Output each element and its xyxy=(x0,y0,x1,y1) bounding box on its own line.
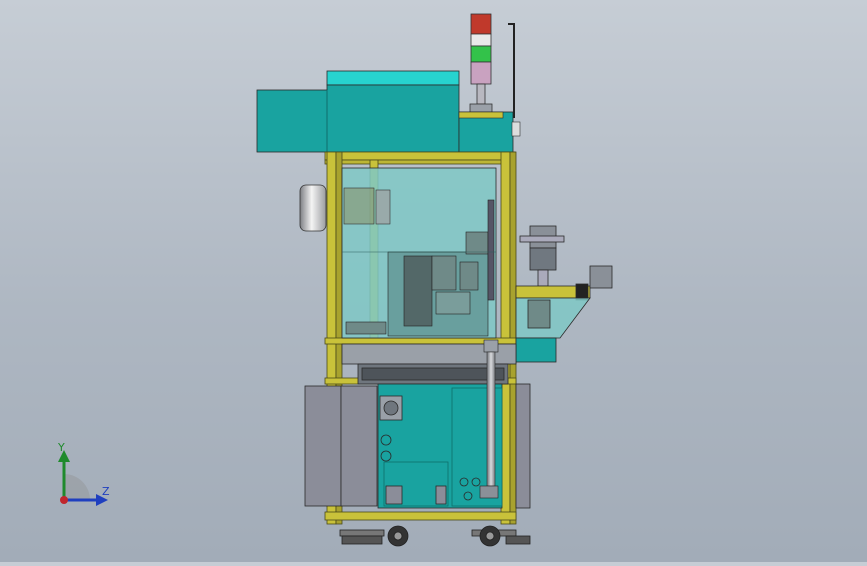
cad-viewport[interactable]: Y Z xyxy=(0,0,867,562)
right-outboard xyxy=(515,225,613,363)
glass-enclosure xyxy=(341,167,497,339)
z-axis-label: Z xyxy=(102,485,110,498)
y-axis-label: Y xyxy=(58,441,65,454)
beacon-red xyxy=(470,13,492,35)
x-axis-dot-icon xyxy=(60,496,68,504)
side-cylinder xyxy=(299,184,327,232)
machine-model xyxy=(256,13,613,547)
triad-quarter-icon xyxy=(64,474,90,500)
beacon-pink xyxy=(470,61,492,85)
beacon-green xyxy=(470,45,492,63)
casters xyxy=(339,525,531,547)
signal-tower xyxy=(469,13,515,118)
